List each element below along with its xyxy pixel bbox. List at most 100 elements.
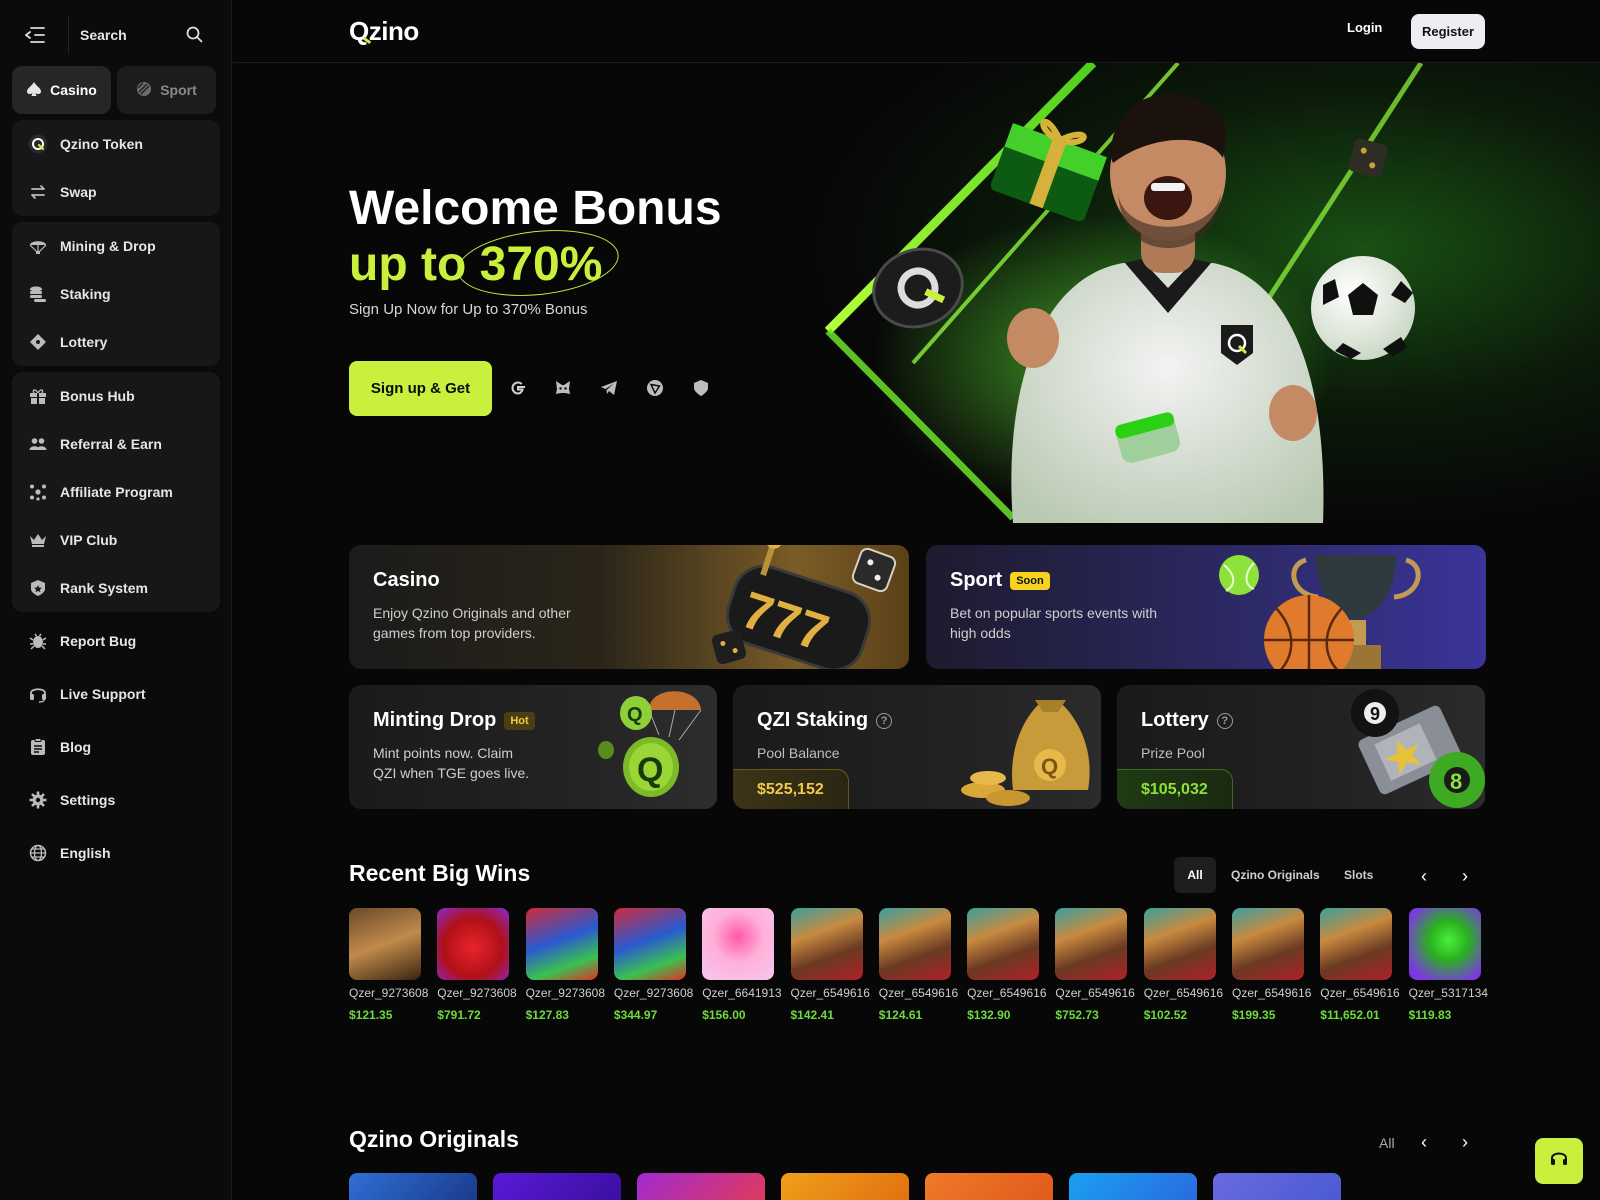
game-thumbnail[interactable] [1408, 908, 1481, 980]
original-game-card[interactable] [1213, 1173, 1341, 1200]
qzi-staking-card[interactable]: QZI Staking? Pool Balance $525,152 Q [733, 685, 1101, 809]
chevron-left-icon[interactable]: ‹ [1414, 1132, 1434, 1152]
sidebar-item-swap[interactable]: Swap [12, 168, 220, 216]
minting-drop-card[interactable]: Minting Drop Hot Mint points now. Claim QZ… [349, 685, 717, 809]
game-thumbnail[interactable] [1320, 908, 1393, 980]
tab-casino[interactable]: Casino [12, 66, 111, 114]
search-icon[interactable] [186, 26, 203, 48]
winner-username: Qzer_6549616 [1320, 986, 1400, 1000]
casino-card[interactable]: Casino Enjoy Qzino Originals and other ga… [349, 545, 909, 669]
win-amount: $791.72 [437, 1008, 481, 1022]
sidebar-item-live-support[interactable]: Live Support [12, 670, 220, 718]
chevron-right-icon[interactable]: › [1455, 866, 1475, 886]
original-game-card[interactable] [637, 1173, 765, 1200]
tron-icon[interactable] [643, 376, 667, 400]
sidebar-item-blog[interactable]: Blog [12, 723, 220, 771]
game-thumbnail[interactable] [1232, 908, 1304, 980]
gear-icon [28, 790, 48, 810]
game-thumbnail[interactable] [525, 908, 598, 980]
sidebar-item-vip-club[interactable]: VIP Club [12, 516, 220, 564]
big-win-item[interactable]: Qzer_9273608 $791.72 [437, 908, 519, 1022]
game-thumbnail[interactable] [437, 908, 510, 980]
tab-label: Sport [160, 82, 197, 98]
big-win-item[interactable]: Qzer_9273608 $344.97 [613, 908, 696, 1022]
sport-card[interactable]: Sport Soon Bet on popular sports events w… [926, 545, 1486, 669]
game-thumbnail[interactable] [613, 908, 686, 980]
card-title: QZI Staking? [757, 709, 893, 732]
login-button[interactable]: Login [1347, 20, 1382, 35]
tab-sport[interactable]: Sport [117, 66, 216, 114]
sidebar-item-label: Lottery [60, 334, 108, 350]
originals-all-link[interactable]: All [1379, 1135, 1395, 1151]
game-thumbnail[interactable] [1055, 908, 1128, 980]
sidebar-item-staking[interactable]: Staking [12, 270, 220, 318]
big-win-item[interactable]: Qzer_6549616 $124.61 [878, 908, 961, 1022]
menu-collapse-icon[interactable] [24, 24, 46, 46]
original-game-card[interactable] [349, 1173, 477, 1200]
sidebar-item-referral-earn[interactable]: Referral & Earn [12, 420, 220, 468]
original-game-card[interactable] [781, 1173, 909, 1200]
card-title: Minting Drop Hot [373, 709, 535, 732]
big-win-item[interactable]: Qzer_6549616 $102.52 [1143, 908, 1226, 1022]
big-win-item[interactable]: Qzer_9273608 $121.35 [349, 908, 431, 1022]
google-icon[interactable] [506, 376, 530, 400]
win-amount: $344.97 [613, 1008, 658, 1022]
signup-button[interactable]: Sign up & Get [349, 361, 492, 416]
winner-username: Qzer_9273608 [525, 986, 605, 1000]
sidebar-item-language[interactable]: English [12, 829, 220, 877]
live-support-button[interactable] [1535, 1138, 1583, 1184]
ball-icon [136, 81, 152, 100]
big-win-item[interactable]: Qzer_6549616 $132.90 [967, 908, 1049, 1022]
winner-username: Qzer_9273608 [349, 986, 429, 1000]
big-win-item[interactable]: Qzer_6549616 $11,652.01 [1320, 908, 1402, 1022]
game-thumbnail[interactable] [878, 908, 951, 980]
search-input[interactable]: Search [80, 27, 127, 43]
big-win-item[interactable]: Qzer_5317134 $119.83 [1408, 908, 1491, 1022]
chevron-left-icon[interactable]: ‹ [1414, 866, 1434, 886]
qzino-logo[interactable]: Qzino [349, 16, 419, 47]
original-game-card[interactable] [925, 1173, 1053, 1200]
sidebar-item-mining-drop[interactable]: Mining & Drop [12, 222, 220, 270]
game-thumbnail[interactable] [702, 908, 775, 980]
soon-badge: Soon [1010, 571, 1050, 590]
shield-icon[interactable] [689, 376, 713, 400]
lottery-card[interactable]: Lottery? Prize Pool $105,032 9 8 [1117, 685, 1485, 809]
hero-subtitle: Sign Up Now for Up to 370% Bonus [349, 301, 588, 318]
help-icon[interactable]: ? [1216, 712, 1233, 729]
big-win-item[interactable]: Qzer_9273608 $127.83 [525, 908, 608, 1022]
sidebar-item-rank-system[interactable]: Rank System [12, 564, 220, 612]
sidebar-item-label: English [60, 845, 111, 861]
sidebar-item-qzino-token[interactable]: Qzino Token [12, 120, 220, 168]
game-thumbnail[interactable] [790, 908, 863, 980]
sidebar-item-report-bug[interactable]: Report Bug [12, 617, 220, 665]
game-thumbnail[interactable] [967, 908, 1040, 980]
sidebar-item-bonus-hub[interactable]: Bonus Hub [12, 372, 220, 420]
telegram-icon[interactable] [597, 376, 621, 400]
filter-all[interactable]: All [1174, 857, 1216, 893]
network-icon [28, 482, 48, 502]
big-win-item[interactable]: Qzer_6549616 $142.41 [790, 908, 873, 1022]
big-win-item[interactable]: Qzer_6549616 $199.35 [1232, 908, 1314, 1022]
filter-qzino-originals[interactable]: Qzino Originals [1231, 868, 1320, 882]
sidebar-item-label: Swap [60, 184, 97, 200]
sidebar-item-affiliate-program[interactable]: Affiliate Program [12, 468, 220, 516]
register-button[interactable]: Register [1411, 14, 1485, 49]
game-thumbnail[interactable] [349, 908, 421, 980]
divider [68, 16, 69, 54]
filter-slots[interactable]: Slots [1344, 868, 1373, 882]
big-win-item[interactable]: Qzer_6641913 $156.00 [702, 908, 784, 1022]
sport-illustration [1219, 555, 1421, 669]
chevron-right-icon[interactable]: › [1455, 1132, 1475, 1152]
help-icon[interactable]: ? [876, 712, 893, 729]
crown-icon [28, 530, 48, 550]
sidebar-item-settings[interactable]: Settings [12, 776, 220, 824]
card-title: Sport Soon [950, 569, 1050, 592]
sidebar-item-lottery[interactable]: Lottery [12, 318, 220, 366]
big-win-item[interactable]: Qzer_6549616 $752.73 [1055, 908, 1137, 1022]
original-game-card[interactable] [1069, 1173, 1197, 1200]
original-game-card[interactable] [493, 1173, 621, 1200]
game-thumbnail[interactable] [1143, 908, 1216, 980]
win-amount: $119.83 [1408, 1008, 1452, 1022]
metamask-icon[interactable] [551, 376, 575, 400]
users-icon [28, 434, 48, 454]
